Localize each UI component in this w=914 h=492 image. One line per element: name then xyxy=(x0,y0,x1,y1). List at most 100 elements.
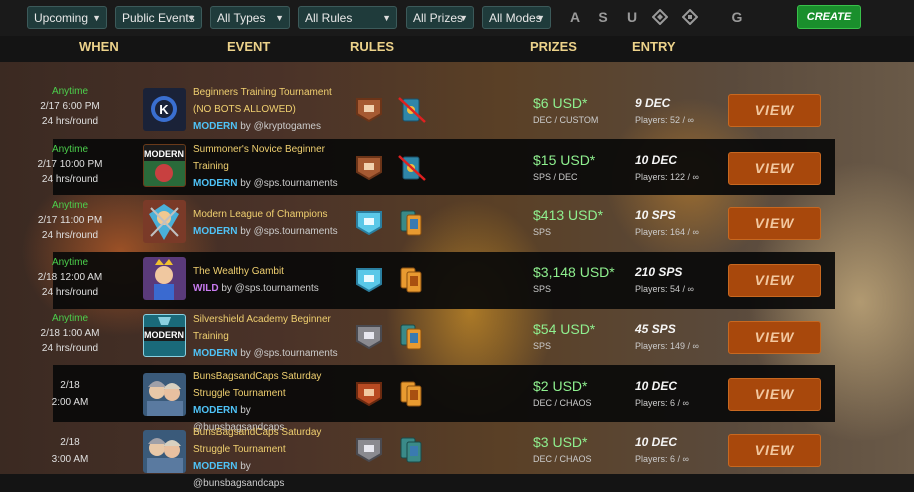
event-creator[interactable]: by @kryptogames xyxy=(240,121,321,132)
when-anytime: Anytime xyxy=(51,257,89,268)
chevron-down-icon: ▼ xyxy=(187,13,196,23)
event-format: MODERN xyxy=(193,405,238,416)
entry-fee: 10 DEC xyxy=(635,379,678,393)
event-title[interactable]: Modern League of Champions xyxy=(193,206,343,223)
prize-amount: $2 USD* xyxy=(533,378,588,394)
header-rules: RULES xyxy=(350,39,395,54)
entry-cell: 10 DEC Players: 6 / ∞ xyxy=(635,378,730,408)
filter-bar: Upcoming ▼ Public Events ▼ All Types ▼ All … xyxy=(0,0,914,36)
prize-cell: $3 USD* DEC / CHAOS xyxy=(533,434,633,464)
prize-amount: $54 USD* xyxy=(533,321,596,337)
cards-icon xyxy=(397,380,427,408)
when-round: 24 hrs/round xyxy=(41,116,99,127)
cards-icon xyxy=(397,209,427,237)
events-filter[interactable]: Public Events ▼ xyxy=(115,6,202,29)
entry-fee: 210 SPS xyxy=(635,265,683,279)
cards-icon xyxy=(397,323,427,351)
prizes-filter[interactable]: All Prizes ▼ xyxy=(406,6,474,29)
entry-cell: 10 SPS Players: 164 / ∞ xyxy=(635,207,730,237)
event-format: MODERN xyxy=(193,121,238,132)
game-a-icon[interactable]: A xyxy=(567,9,583,25)
event-creator[interactable]: by @sps.tournaments xyxy=(240,178,337,189)
view-button[interactable]: VIEW xyxy=(728,264,821,297)
view-button[interactable]: VIEW xyxy=(728,321,821,354)
event-format: MODERN xyxy=(193,226,238,237)
rules-filter[interactable]: All Rules ▼ xyxy=(298,6,397,29)
bronze-league-icon xyxy=(354,154,384,182)
game-e-icon[interactable] xyxy=(681,8,699,26)
view-button[interactable]: VIEW xyxy=(728,207,821,240)
header-event: EVENT xyxy=(227,39,271,54)
player-count: Players: 149 / ∞ xyxy=(635,341,699,351)
create-button[interactable]: CREATE xyxy=(797,5,861,29)
when-date: 2/18 1:00 AM xyxy=(40,328,100,339)
when-anytime: Anytime xyxy=(51,313,89,324)
prize-amount: $6 USD* xyxy=(533,95,588,111)
game-g-icon[interactable]: G xyxy=(729,9,745,25)
silver-league-icon xyxy=(354,323,384,351)
entry-cell: 210 SPS Players: 54 / ∞ xyxy=(635,264,730,294)
view-button[interactable]: VIEW xyxy=(728,94,821,127)
when-round: 24 hrs/round xyxy=(41,287,99,298)
bronze-league-icon xyxy=(354,380,384,408)
when-cell: Anytime 2/17 11:00 PM 24 hrs/round xyxy=(0,198,140,243)
view-button[interactable]: VIEW xyxy=(728,152,821,185)
modes-filter-value: All Modes xyxy=(489,11,542,25)
prize-currency: DEC / CHAOS xyxy=(533,398,592,408)
entry-fee: 10 DEC xyxy=(635,435,678,449)
game-u-icon[interactable]: U xyxy=(624,9,640,25)
when-cell: Anytime 2/18 12:00 AM 24 hrs/round xyxy=(0,255,140,300)
event-creator[interactable]: by @sps.tournaments xyxy=(240,226,337,237)
prize-cell: $54 USD* SPS xyxy=(533,321,633,351)
status-filter[interactable]: Upcoming ▼ xyxy=(27,6,107,29)
when-round: 24 hrs/round xyxy=(41,230,99,241)
event-format: MODERN xyxy=(193,461,238,472)
bronze-league-icon xyxy=(354,96,384,124)
event-info: Modern League of Champions MODERN by @sp… xyxy=(193,206,343,240)
player-count: Players: 54 / ∞ xyxy=(635,284,694,294)
header-entry: ENTRY xyxy=(632,39,676,54)
event-thumbnail[interactable] xyxy=(143,257,186,300)
player-count: Players: 52 / ∞ xyxy=(635,115,694,125)
chevron-down-icon: ▼ xyxy=(536,13,545,23)
event-title[interactable]: Summoner's Novice Beginner Training xyxy=(193,141,343,175)
when-date: 2/17 6:00 PM xyxy=(40,101,100,112)
chevron-down-icon: ▼ xyxy=(92,13,101,23)
when-round: 24 hrs/round xyxy=(41,343,99,354)
types-filter[interactable]: All Types ▼ xyxy=(210,6,290,29)
view-button[interactable]: VIEW xyxy=(728,434,821,467)
event-thumbnail[interactable] xyxy=(143,373,186,416)
prizes-filter-value: All Prizes xyxy=(413,11,464,25)
event-thumbnail[interactable] xyxy=(143,200,186,243)
event-title[interactable]: Silvershield Academy Beginner Training xyxy=(193,311,343,345)
event-thumbnail[interactable] xyxy=(143,430,186,473)
event-title[interactable]: The Wealthy Gambit xyxy=(193,263,343,280)
event-title[interactable]: BunsBagsandCaps Saturday Struggle Tourna… xyxy=(193,368,343,402)
no-cards-icon xyxy=(397,96,427,124)
event-creator[interactable]: by @sps.tournaments xyxy=(240,348,337,359)
when-anytime: Anytime xyxy=(51,144,89,155)
when-date: 2/17 11:00 PM xyxy=(37,215,103,226)
when-round: 24 hrs/round xyxy=(41,174,99,185)
when-cell: Anytime 2/17 6:00 PM 24 hrs/round xyxy=(0,84,140,129)
prize-currency: SPS / DEC xyxy=(533,172,578,182)
column-headers: WHEN EVENT RULES PRIZES ENTRY xyxy=(0,36,914,62)
when-time: 2:00 AM xyxy=(51,397,89,408)
event-thumbnail[interactable]: K xyxy=(143,88,186,131)
event-creator[interactable]: by @sps.tournaments xyxy=(221,283,318,294)
when-anytime: Anytime xyxy=(51,86,89,97)
event-title[interactable]: BunsBagsandCaps Saturday Struggle Tourna… xyxy=(193,424,343,458)
view-button[interactable]: VIEW xyxy=(728,378,821,411)
event-thumbnail[interactable]: MODERN xyxy=(143,314,186,357)
prize-cell: $413 USD* SPS xyxy=(533,207,633,237)
game-s-icon[interactable]: S xyxy=(595,9,611,25)
header-prizes: PRIZES xyxy=(530,39,577,54)
prize-currency: DEC / CHAOS xyxy=(533,454,592,464)
prize-amount: $3,148 USD* xyxy=(533,264,615,280)
event-thumbnail[interactable]: MODERN xyxy=(143,144,186,187)
diamond-league-icon xyxy=(354,266,384,294)
game-k-icon[interactable] xyxy=(651,8,669,26)
event-title[interactable]: Beginners Training Tournament (NO BOTS A… xyxy=(193,84,343,118)
modes-filter[interactable]: All Modes ▼ xyxy=(482,6,551,29)
when-date: 2/18 12:00 AM xyxy=(37,272,103,283)
